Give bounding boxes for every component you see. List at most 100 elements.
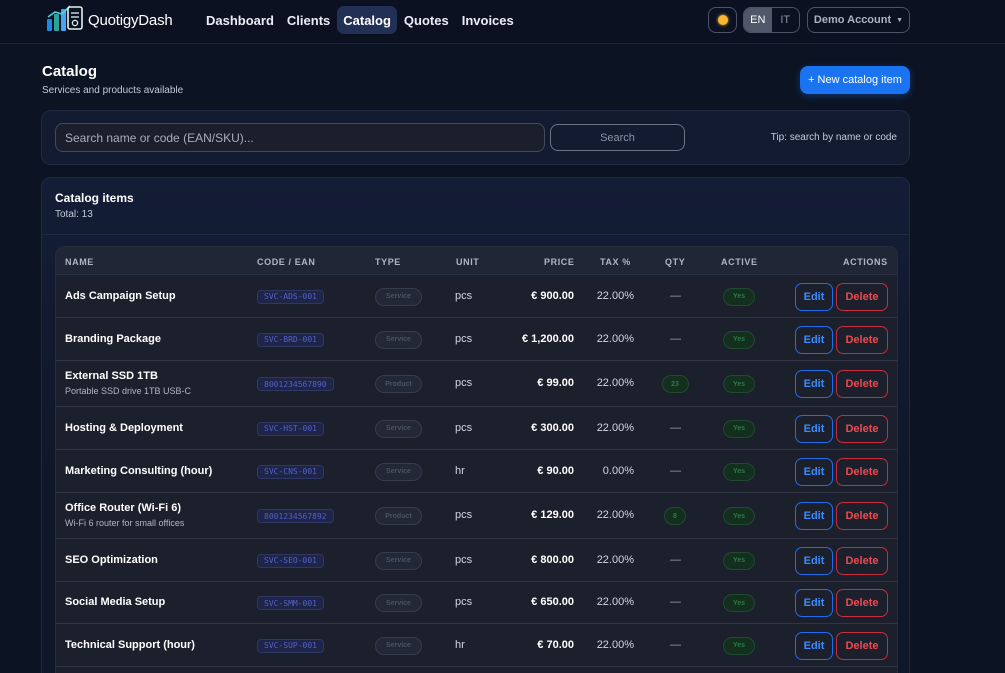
item-price: € 129.00 [531,509,574,521]
item-unit: hr [455,464,465,477]
delete-button[interactable]: Delete [836,282,888,311]
brand[interactable]: QuotigyDash [46,4,173,35]
language-switch: EN IT [743,7,800,33]
item-type-badge: Service [375,462,422,481]
item-type-badge: Product [375,507,422,525]
col-type[interactable]: TYPE [375,257,401,267]
item-type-badge: Product [375,375,422,393]
table-row: Marketing Consulting (hour) SVC-CNS-001 Se… [56,450,897,493]
item-qty: — [670,332,681,345]
item-active-badge: Yes [723,462,755,481]
sun-icon [717,15,728,25]
edit-button[interactable]: Edit [795,414,833,443]
col-unit[interactable]: UNIT [456,257,479,267]
item-price: € 900.00 [531,289,574,302]
item-type-badge: Service [375,330,422,349]
item-unit: pcs [455,289,473,302]
delete-button[interactable]: Delete [836,589,888,617]
col-active[interactable]: ACTIVE [721,257,758,267]
col-name[interactable]: NAME [65,257,94,267]
top-navbar: QuotigyDash Dashboard Clients Catalog Qu… [0,0,1005,44]
search-button[interactable]: Search [550,124,685,151]
item-price: € 300.00 [531,421,574,434]
nav-clients[interactable]: Clients [281,6,336,34]
edit-button[interactable]: Edit [795,370,833,398]
item-qty: — [670,289,681,302]
item-type-badge: Service [375,287,422,306]
item-tax: 22.00% [596,553,634,566]
item-code: 8001234567892 [257,509,334,523]
lang-en-button[interactable]: EN [744,8,772,32]
catalog-table: NAME CODE / EAN TYPE UNIT PRICE TAX % QT… [55,246,898,673]
delete-button[interactable]: Delete [836,370,888,398]
lang-it-button[interactable]: IT [772,8,800,32]
delete-button[interactable]: Delete [836,631,888,660]
item-tax: 22.00% [596,596,634,608]
item-type-badge: Service [375,419,422,438]
item-price: € 800.00 [531,553,574,566]
main-nav: Dashboard Clients Catalog Quotes Invoice… [200,6,521,34]
item-unit: pcs [455,332,473,345]
account-menu-button[interactable]: Demo Account ▼ [807,7,910,33]
item-unit: pcs [455,596,473,608]
item-tax: 22.00% [596,638,634,651]
page-title: Catalog [42,63,98,80]
col-code[interactable]: CODE / EAN [257,257,316,267]
col-tax[interactable]: TAX % [600,257,631,267]
item-qty: — [670,421,681,434]
search-input[interactable] [55,123,545,152]
item-tax: 22.00% [596,421,634,434]
item-name: Ads Campaign Setup [65,289,176,302]
edit-button[interactable]: Edit [795,325,833,354]
edit-button[interactable]: Edit [795,502,833,530]
item-code: SVC-BRD-001 [257,332,324,347]
table-row: Ads Campaign Setup SVC-ADS-001 Service pcs €… [56,275,897,318]
col-price[interactable]: PRICE [544,257,575,267]
item-name: External SSD 1TB [65,370,158,382]
item-qty-badge: 23 [661,375,689,393]
table-row: Social Media Setup SVC-SMM-001 Service pcs €… [56,582,897,624]
edit-button[interactable]: Edit [795,457,833,486]
delete-button[interactable]: Delete [836,325,888,354]
nav-catalog[interactable]: Catalog [337,6,397,34]
item-tax: 0.00% [602,464,634,477]
divider [42,234,909,235]
item-qty-badge: 8 [664,507,686,525]
nav-invoices[interactable]: Invoices [456,6,520,34]
edit-button[interactable]: Edit [795,546,833,575]
edit-button[interactable]: Edit [795,282,833,311]
search-tip: Tip: search by name or code [770,132,897,143]
item-name: SEO Optimization [65,553,158,566]
nav-quotes[interactable]: Quotes [398,6,455,34]
app-name: QuotigyDash [88,11,173,29]
item-qty: — [670,596,681,608]
item-active-badge: Yes [723,419,755,438]
delete-button[interactable]: Delete [836,457,888,486]
item-tax: 22.00% [596,332,634,345]
item-name: Marketing Consulting (hour) [65,464,213,477]
col-qty[interactable]: QTY [665,257,685,267]
delete-button[interactable]: Delete [836,502,888,530]
edit-button[interactable]: Edit [795,631,833,660]
catalog-items-title: Catalog items [55,191,134,205]
delete-button[interactable]: Delete [836,414,888,443]
item-price: € 99.00 [537,377,574,389]
item-unit: pcs [455,553,473,566]
new-catalog-item-button[interactable]: + New catalog item [800,66,910,94]
page-subtitle: Services and products available [42,85,184,96]
theme-toggle-button[interactable] [708,7,737,33]
item-active-badge: Yes [723,330,755,349]
edit-button[interactable]: Edit [795,589,833,617]
item-price: € 650.00 [531,596,574,608]
delete-button[interactable]: Delete [836,546,888,575]
table-header: NAME CODE / EAN TYPE UNIT PRICE TAX % QT… [56,247,897,275]
item-price: € 70.00 [537,638,574,651]
item-price: € 90.00 [537,464,574,477]
item-qty: — [670,464,681,477]
item-description: Wi-Fi 6 router for small offices [65,518,185,528]
item-unit: pcs [455,509,473,521]
nav-dashboard[interactable]: Dashboard [200,6,280,34]
item-active-badge: Yes [723,287,755,306]
item-tax: 22.00% [596,377,634,389]
caret-down-icon: ▼ [896,16,904,24]
